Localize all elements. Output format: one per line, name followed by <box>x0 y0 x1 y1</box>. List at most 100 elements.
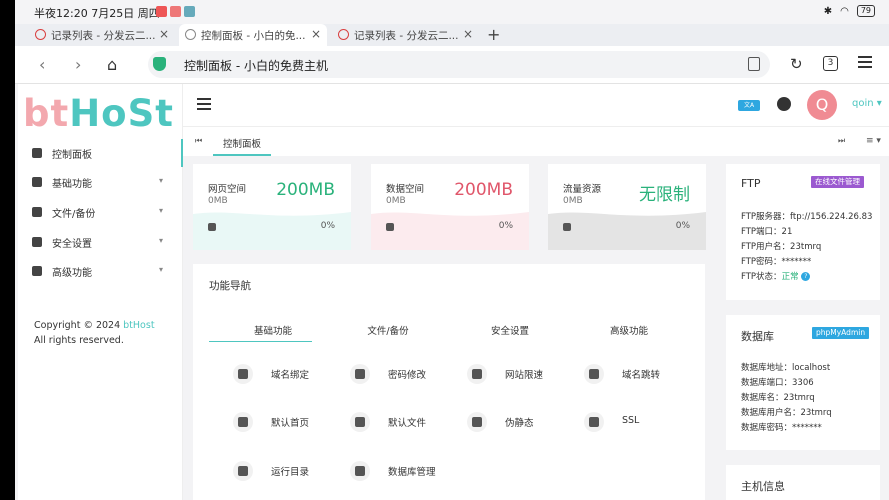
func-label: 伪静态 <box>505 418 534 429</box>
db-username: 数据库用户名：23tmrq <box>741 408 832 418</box>
browser-tab[interactable]: 记录列表 - 分发云二... × <box>332 24 479 46</box>
sidebar: btHoSt 控制面板 基础功能 ▾ 文件/备份 ▾ 安全设置 ▾ 高级功能 ▾… <box>18 84 183 500</box>
copyright-brand-link[interactable]: btHost <box>123 320 154 331</box>
panel-title: 功能导航 <box>209 280 251 292</box>
stat-label: 数据空间 <box>386 184 425 195</box>
reload-icon[interactable]: ↻ <box>790 55 803 73</box>
redirect-icon <box>584 364 604 384</box>
tab-title: 记录列表 - 分发云二... <box>354 29 459 42</box>
database-icon <box>350 461 370 481</box>
scroll-last-icon[interactable]: ⏭ <box>838 136 845 146</box>
sidebar-item-advanced[interactable]: 高级功能 ▾ <box>18 257 183 285</box>
db-host: 数据库地址：localhost <box>741 363 831 373</box>
new-tab-icon[interactable]: + <box>487 25 500 44</box>
tab-basic[interactable]: 基础功能 <box>223 323 323 337</box>
umbrella-icon <box>233 412 253 432</box>
close-tab-icon[interactable]: × <box>159 27 169 41</box>
func-label: 网站限速 <box>505 370 544 381</box>
wifi-icon: ◠ <box>840 5 849 17</box>
theme-palette-icon[interactable] <box>777 97 791 111</box>
app-notification-icon <box>156 6 167 17</box>
func-label: 域名跳转 <box>622 370 661 381</box>
notification-icons <box>156 6 195 17</box>
close-tab-icon[interactable]: × <box>311 27 321 41</box>
sidebar-item-basic[interactable]: 基础功能 ▾ <box>18 168 183 196</box>
online-file-manager-button[interactable]: 在线文件管理 <box>811 176 864 188</box>
tab-count-icon[interactable]: 3 <box>823 56 838 71</box>
back-icon[interactable]: ‹ <box>39 55 45 74</box>
menu-toggle-icon[interactable] <box>197 98 211 113</box>
stat-used: 0MB <box>563 196 583 206</box>
browser-menu-icon[interactable] <box>858 56 872 71</box>
reader-mode-icon[interactable] <box>748 57 760 71</box>
sidebar-item-label: 文件/备份 <box>52 208 96 220</box>
active-tab-indicator <box>209 341 312 342</box>
stat-value: 200MB <box>454 180 513 200</box>
username-dropdown[interactable]: qoin ▾ <box>852 98 882 109</box>
stat-card-traffic: 流量资源 0MB 无限制 0% <box>548 164 706 250</box>
stat-card-db-space: 数据空间 0MB 200MB 0% <box>371 164 529 250</box>
ssl-icon <box>584 412 604 432</box>
rocket-icon <box>467 364 487 384</box>
page-tab-dashboard[interactable]: 控制面板 <box>223 136 261 150</box>
chevron-down-icon: ▾ <box>158 236 163 245</box>
app-notification-icon <box>184 6 195 17</box>
settings-list-icon <box>32 237 42 247</box>
top-header: 文A Q qoin ▾ <box>183 84 889 126</box>
usage-icon <box>208 223 216 231</box>
panel-title: 数据库 <box>741 330 774 343</box>
chevron-down-icon: ▾ <box>158 176 163 185</box>
avatar[interactable]: Q <box>807 90 837 120</box>
db-port: 数据库端口：3306 <box>741 378 814 388</box>
home-icon[interactable]: ⌂ <box>107 55 117 74</box>
sidebar-item-files[interactable]: 文件/备份 ▾ <box>18 198 183 226</box>
file-icon <box>32 207 42 217</box>
stat-label: 网页空间 <box>208 184 247 195</box>
traffic-icon <box>563 223 571 231</box>
ftp-username: FTP用户名：23tmrq <box>741 242 822 252</box>
language-icon[interactable]: 文A <box>738 100 760 111</box>
forward-icon[interactable]: › <box>75 55 81 74</box>
db-password: 数据库密码：******* <box>741 423 822 433</box>
phpmyadmin-button[interactable]: phpMyAdmin <box>812 327 870 339</box>
puzzle-icon <box>467 412 487 432</box>
ftp-password: FTP密码：******* <box>741 257 812 267</box>
func-label: 默认文件 <box>388 418 427 429</box>
stat-label: 流量资源 <box>563 184 602 195</box>
tab-options-menu[interactable]: ≡ ▾ <box>866 136 881 146</box>
tab-title: 控制面板 - 小白的免... <box>201 29 306 42</box>
folder-icon <box>233 461 253 481</box>
favicon-icon <box>185 29 196 40</box>
db-name: 数据库名：23tmrq <box>741 393 815 403</box>
panel-title: 主机信息 <box>741 480 785 493</box>
tab-security[interactable]: 安全设置 <box>460 323 560 337</box>
page-tab-strip: ⏮ 控制面板 ⏭ ≡ ▾ <box>183 126 889 156</box>
stat-percent: 0% <box>498 221 513 231</box>
stat-used: 0MB <box>386 196 406 206</box>
func-label: 数据库管理 <box>388 467 436 478</box>
sidebar-item-dashboard[interactable]: 控制面板 <box>18 139 183 167</box>
active-tab-indicator <box>213 154 271 156</box>
browser-toolbar: ‹ › ⌂ 控制面板 - 小白的免费主机 ↻ 3 <box>15 46 889 84</box>
key-icon <box>350 364 370 384</box>
tab-files[interactable]: 文件/备份 <box>338 323 438 337</box>
tab-advanced[interactable]: 高级功能 <box>579 323 679 337</box>
tablet-screen: 半夜12:20 7月25日 周四 ✱ ◠ 79 记录列表 - 分发云二... ×… <box>15 0 889 500</box>
security-shield-icon <box>153 57 166 71</box>
stat-percent: 0% <box>675 221 690 231</box>
app-notification-icon <box>170 6 181 17</box>
bthost-logo[interactable]: btHoSt <box>23 92 174 135</box>
address-text[interactable]: 控制面板 - 小白的免费主机 <box>184 57 328 74</box>
status-bar: 半夜12:20 7月25日 周四 ✱ ◠ 79 <box>15 0 889 24</box>
browser-tab[interactable]: 记录列表 - 分发云二... × <box>29 24 175 46</box>
stat-used: 0MB <box>208 196 228 206</box>
close-tab-icon[interactable]: × <box>463 27 473 41</box>
globe-icon <box>233 364 253 384</box>
scroll-first-icon[interactable]: ⏮ <box>195 136 202 146</box>
browser-tab-active[interactable]: 控制面板 - 小白的免... × <box>179 24 327 46</box>
help-icon[interactable]: ? <box>801 272 811 281</box>
func-label: 密码修改 <box>388 370 427 381</box>
copyright-text: All rights reserved. <box>34 335 124 346</box>
favicon-icon <box>338 29 349 40</box>
sidebar-item-security[interactable]: 安全设置 ▾ <box>18 228 183 256</box>
